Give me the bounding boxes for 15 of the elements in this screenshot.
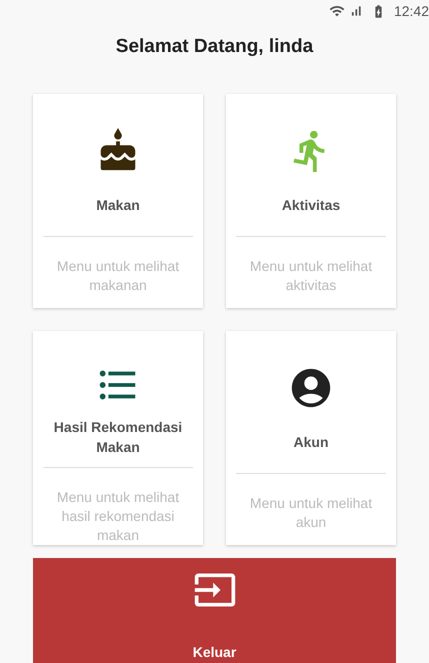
card-description: Menu untuk melihat hasil rekomendasi makan [56,488,180,545]
menu-card[interactable]: Hasil Rekomendasi Makan Menu untuk melihat hasil rekomendasi makan [33,331,203,545]
welcome-title: Selamat Datang, linda [114,34,314,58]
card-title: Aktivitas [282,196,340,215]
card-title: Makan [96,196,140,215]
card-description: Menu untuk melihat makanan [56,257,180,295]
clock: 12:42 [394,2,429,21]
logout-button[interactable]: Keluar [33,558,396,663]
menu-card[interactable]: Akun Menu untuk melihat akun [226,331,396,545]
menu-card[interactable]: Aktivitas Menu untuk melihat aktivitas [226,94,396,308]
card-description: Menu untuk melihat aktivitas [248,257,374,295]
menu-card[interactable]: Makan Menu untuk melihat makanan [33,94,203,308]
card-title: Akun [294,433,328,452]
card-title: Hasil Rekomendasi Makan [52,418,184,458]
card-description: Menu untuk melihat akun [248,494,374,532]
